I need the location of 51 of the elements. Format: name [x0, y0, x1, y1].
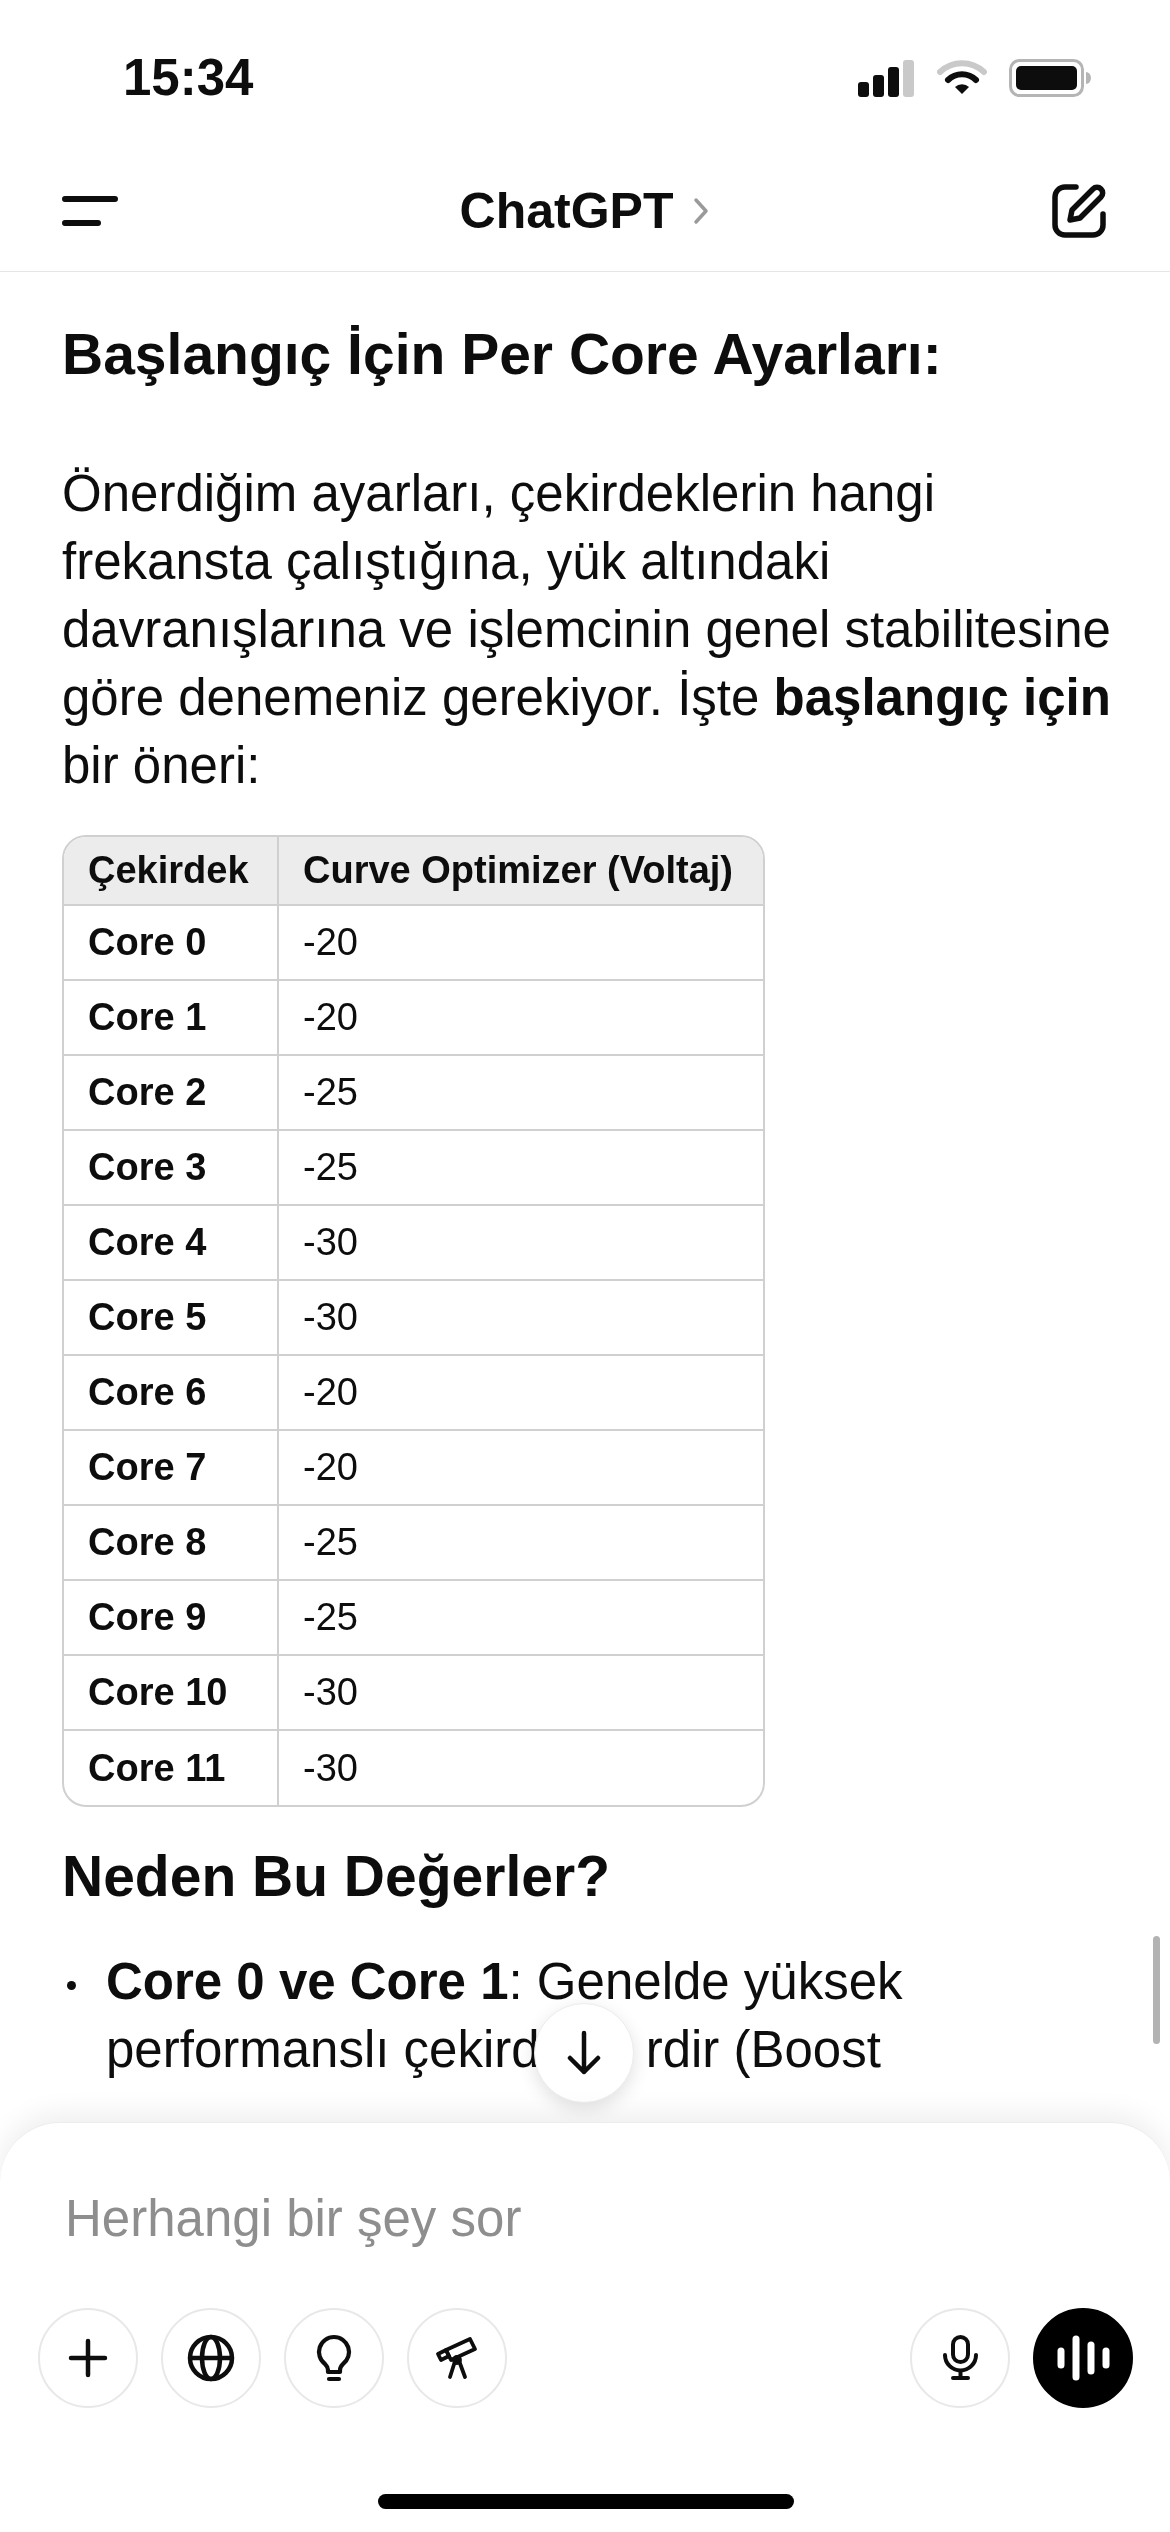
table-cell: -25: [278, 1055, 763, 1130]
telescope-icon: [434, 2336, 480, 2380]
edit-icon: [1051, 182, 1107, 239]
table-cell: Core 7: [64, 1430, 278, 1505]
table-cell: -30: [278, 1655, 763, 1730]
menu-icon: [62, 195, 118, 226]
list-item-text: performanslı çekird: [106, 2020, 540, 2080]
table-cell: -20: [278, 1430, 763, 1505]
bullet-icon: [67, 1981, 76, 1990]
table-cell: -25: [278, 1505, 763, 1580]
menu-button[interactable]: [62, 195, 118, 226]
table-cell: -20: [278, 980, 763, 1055]
model-selector[interactable]: ChatGPT: [459, 185, 710, 236]
message-input[interactable]: Herhangi bir şey sor: [65, 2178, 1105, 2258]
table-cell: -30: [278, 1205, 763, 1280]
battery-icon: [1009, 59, 1091, 97]
table-cell: Core 2: [64, 1055, 278, 1130]
table-cell: Core 10: [64, 1655, 278, 1730]
waveform-icon: [1055, 2335, 1111, 2381]
table-cell: -25: [278, 1130, 763, 1205]
table-cell: Core 11: [64, 1730, 278, 1805]
table-cell: Core 6: [64, 1355, 278, 1430]
plus-icon: [68, 2338, 108, 2378]
table-cell: -30: [278, 1730, 763, 1805]
table-cell: -20: [278, 1355, 763, 1430]
new-chat-button[interactable]: [1051, 182, 1107, 239]
table-cell: Core 3: [64, 1130, 278, 1205]
signal-icon: [858, 59, 915, 97]
status-time: 15:34: [123, 51, 254, 105]
lightbulb-icon: [314, 2334, 354, 2382]
wifi-icon: [937, 60, 987, 96]
table-cell: Core 0: [64, 905, 278, 980]
chevron-icon: [693, 196, 710, 225]
globe-icon: [187, 2334, 235, 2382]
paragraph-text: Önerdiğim ayarları, çekirdeklerin hangi frekansta çalıştığına, yük altındaki davranışlarına ve işlemcinin genel stabilitesine göre denemeniz gerekiyor. İşte başlangıç için bir öneri:: [62, 464, 1112, 796]
table-cell: Core 1: [64, 980, 278, 1055]
list-item-text: Core 0 ve Core 1: Genelde yüksek: [106, 1952, 903, 2012]
section-heading: Başlangıç İçin Per Core Ayarları:: [62, 321, 942, 388]
table-cell: Core 5: [64, 1280, 278, 1355]
table-cell: Core 9: [64, 1580, 278, 1655]
table-header-cell: Çekirdek: [64, 837, 278, 905]
table-cell: Core 8: [64, 1505, 278, 1580]
table-header-cell: Curve Optimizer (Voltaj): [278, 837, 763, 905]
table-cell: Core 4: [64, 1205, 278, 1280]
section-heading: Neden Bu Değerler?: [62, 1843, 610, 1910]
table-cell: -25: [278, 1580, 763, 1655]
arrow-down-icon: [566, 2030, 602, 2076]
list-item-text: rdir (Boost: [645, 2020, 881, 2080]
microphone-icon: [941, 2335, 979, 2381]
table-cell: -30: [278, 1280, 763, 1355]
table-cell: -20: [278, 905, 763, 980]
